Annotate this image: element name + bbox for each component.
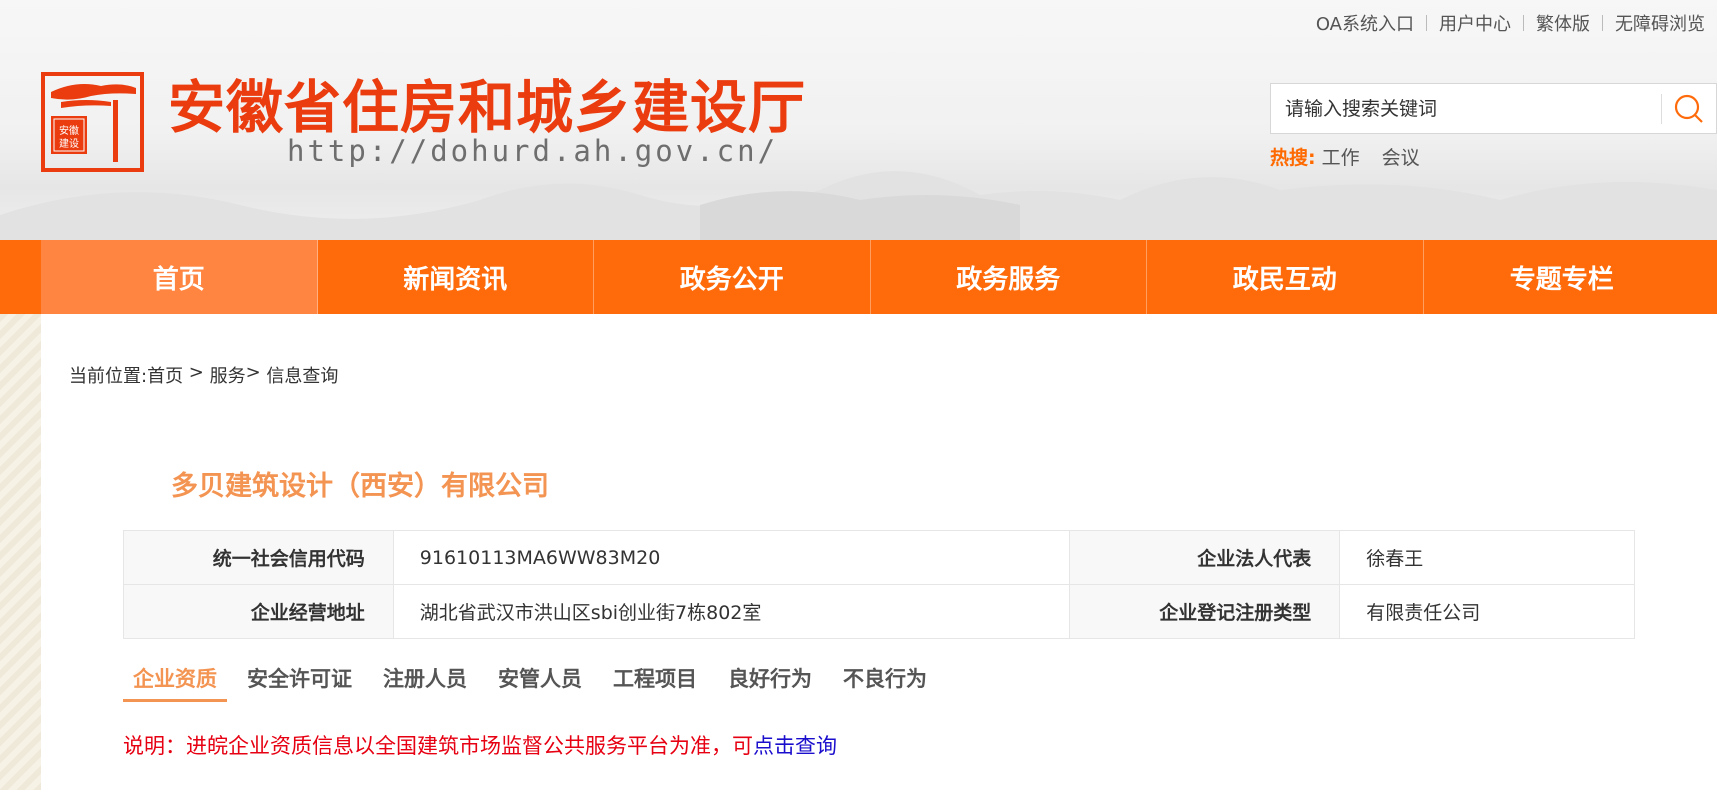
credit-code-value: 91610113MA6WW83M20 <box>392 530 1071 585</box>
breadcrumb-separator: > <box>183 362 210 383</box>
tab-registered-staff[interactable]: 注册人员 <box>383 662 467 702</box>
registration-type-value: 有限责任公司 <box>1339 584 1635 639</box>
nav-government-affairs[interactable]: 政务公开 <box>594 240 871 314</box>
nav-government-services[interactable]: 政务服务 <box>871 240 1147 314</box>
qualification-note: 说明：进皖企业资质信息以全国建筑市场监督公共服务平台为准，可点击查询 <box>123 730 837 760</box>
tab-good-behavior[interactable]: 良好行为 <box>728 662 812 702</box>
main-nav: 首页 新闻资讯 政务公开 政务服务 政民互动 专题专栏 <box>0 240 1717 314</box>
breadcrumb-service[interactable]: 服务 <box>210 362 246 388</box>
breadcrumb-separator: > <box>245 362 267 383</box>
svg-text:安徽: 安徽 <box>59 124 79 137</box>
site-logo[interactable]: 安徽 建设 <box>41 72 144 172</box>
company-name: 多贝建筑设计（西安）有限公司 <box>171 471 549 502</box>
tab-qualification[interactable]: 企业资质 <box>123 662 227 702</box>
nav-news[interactable]: 新闻资讯 <box>318 240 594 314</box>
hot-search-word[interactable]: 工作 <box>1322 143 1360 170</box>
tab-bad-behavior[interactable]: 不良行为 <box>843 662 927 702</box>
top-links: OA系统入口 用户中心 繁体版 无障碍浏览 <box>1304 10 1717 36</box>
detail-tabs: 企业资质 安全许可证 注册人员 安管人员 工程项目 良好行为 不良行为 <box>123 662 958 702</box>
breadcrumb: 当前位置: 首页 > 服务 > 信息查询 <box>69 362 338 388</box>
user-center-link[interactable]: 用户中心 <box>1427 10 1523 36</box>
note-text: 说明：进皖企业资质信息以全国建筑市场监督公共服务平台为准，可 <box>123 734 753 758</box>
paper-texture-background <box>0 314 41 790</box>
breadcrumb-prefix: 当前位置: <box>69 366 148 387</box>
hot-search: 热搜: 工作 会议 <box>1270 143 1442 170</box>
search-icon <box>1674 94 1703 123</box>
company-info-table: 统一社会信用代码 91610113MA6WW83M20 企业法人代表 徐春王 企… <box>123 530 1635 639</box>
oa-link[interactable]: OA系统入口 <box>1304 10 1426 36</box>
table-row: 企业经营地址 湖北省武汉市洪山区sbi创业街7栋802室 企业登记注册类型 有限… <box>123 584 1635 639</box>
address-value: 湖北省武汉市洪山区sbi创业街7栋802室 <box>392 584 1071 639</box>
legal-rep-label: 企业法人代表 <box>1069 530 1341 585</box>
nav-special-topics[interactable]: 专题专栏 <box>1424 240 1701 314</box>
hot-search-label: 热搜: <box>1270 147 1316 169</box>
nav-home[interactable]: 首页 <box>41 240 318 314</box>
search-button[interactable] <box>1662 84 1716 133</box>
hot-search-word[interactable]: 会议 <box>1382 143 1420 170</box>
logo-emblem-icon: 安徽 建设 <box>41 72 144 172</box>
address-label: 企业经营地址 <box>123 584 394 639</box>
query-link[interactable]: 点击查询 <box>753 734 837 758</box>
site-title: 安徽省住房和城乡建设厅 <box>168 75 806 141</box>
tab-safety-managers[interactable]: 安管人员 <box>498 662 582 702</box>
site-header: OA系统入口 用户中心 繁体版 无障碍浏览 安徽 建设 安徽省住房和城乡建设厅 … <box>0 0 1717 240</box>
traditional-chinese-link[interactable]: 繁体版 <box>1524 10 1602 36</box>
legal-rep-value: 徐春王 <box>1339 530 1635 585</box>
svg-text:建设: 建设 <box>59 137 79 150</box>
tab-projects[interactable]: 工程项目 <box>613 662 697 702</box>
accessibility-link[interactable]: 无障碍浏览 <box>1603 10 1717 36</box>
tab-safety-license[interactable]: 安全许可证 <box>247 662 352 702</box>
registration-type-label: 企业登记注册类型 <box>1069 584 1341 639</box>
site-url: http://dohurd.ah.gov.cn/ <box>287 134 779 168</box>
search-box <box>1270 83 1717 134</box>
table-row: 统一社会信用代码 91610113MA6WW83M20 企业法人代表 徐春王 <box>123 530 1635 585</box>
breadcrumb-current[interactable]: 信息查询 <box>266 362 338 388</box>
nav-interaction[interactable]: 政民互动 <box>1147 240 1424 314</box>
credit-code-label: 统一社会信用代码 <box>123 530 394 585</box>
breadcrumb-home[interactable]: 首页 <box>147 362 183 388</box>
search-input[interactable] <box>1271 84 1661 133</box>
main-content: 当前位置: 首页 > 服务 > 信息查询 多贝建筑设计（西安）有限公司 统一社会… <box>41 314 1717 790</box>
